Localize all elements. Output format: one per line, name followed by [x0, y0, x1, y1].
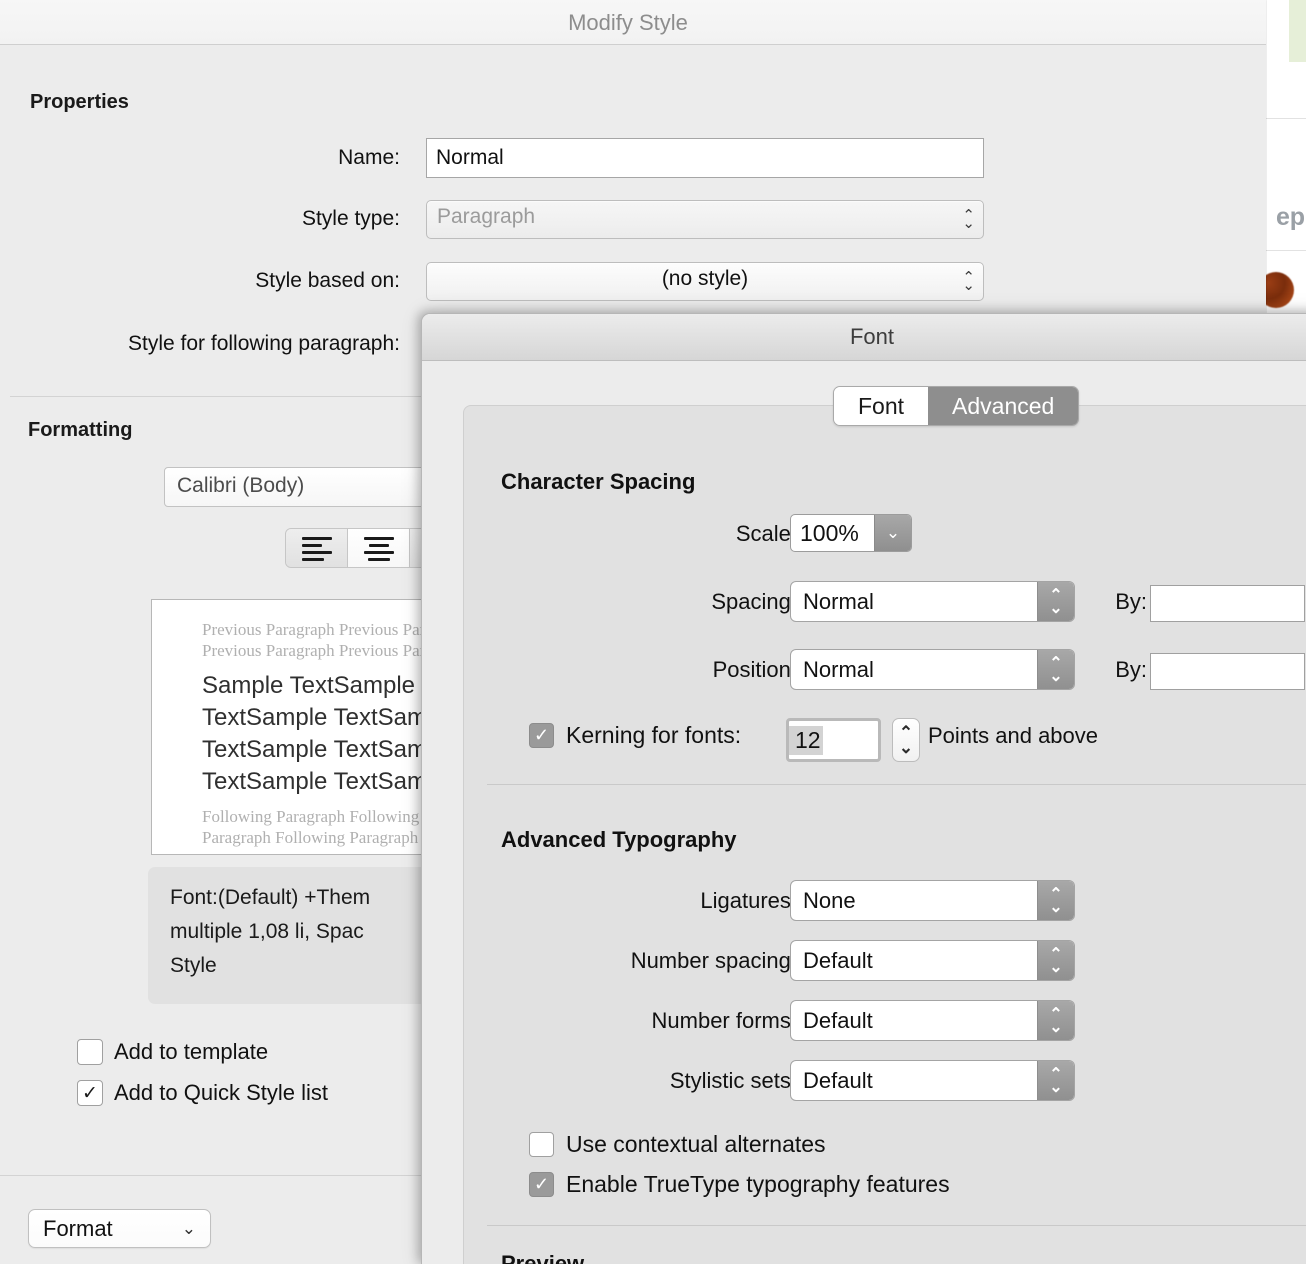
- preview-sample-line-2: TextSample TextSamp: [202, 704, 441, 731]
- align-center-icon: [363, 537, 394, 561]
- scale-combobox[interactable]: 100% ⌄: [790, 514, 912, 552]
- properties-heading: Properties: [30, 91, 129, 113]
- character-spacing-divider: [487, 784, 1306, 785]
- add-to-quick-style-list-checkbox[interactable]: ✓: [77, 1080, 103, 1106]
- preview-previous-line-2: Previous Paragraph Previous Para: [202, 641, 433, 660]
- number-forms-value: Default: [803, 1007, 873, 1033]
- stylistic-sets-stepper-icon[interactable]: ⌃ ⌄: [1037, 1061, 1074, 1100]
- ligatures-value: None: [803, 887, 856, 913]
- preview-sample-line-4: TextSample TextSamp: [202, 768, 441, 795]
- chevron-down-icon: ⌄: [181, 1218, 196, 1238]
- screen: epli Modify Style Properties Name: Style…: [0, 0, 1306, 1264]
- kerning-stepper[interactable]: ⌃ ⌄: [892, 718, 920, 762]
- preview-following-line-2: Paragraph Following Paragraph F: [202, 828, 432, 847]
- add-to-template-checkbox-row[interactable]: Add to template: [77, 1039, 268, 1065]
- typography-divider: [487, 1225, 1306, 1226]
- number-forms-label: Number forms:: [651, 1008, 797, 1033]
- spacing-value: Normal: [803, 588, 874, 614]
- background-reply-label: epli: [1276, 203, 1306, 231]
- position-select[interactable]: Normal ⌃ ⌄: [790, 649, 1075, 690]
- preview-sample-line-3: TextSample TextSamp: [202, 736, 441, 763]
- position-label: Position:: [712, 657, 797, 682]
- style-based-on-label: Style based on:: [255, 269, 400, 292]
- enable-truetype-typography-label: Enable TrueType typography features: [566, 1171, 950, 1197]
- style-type-value: Paragraph: [437, 205, 536, 228]
- background-separator-2: [1266, 250, 1306, 251]
- kerning-size-value: 12: [789, 725, 823, 755]
- style-type-stepper-icon: ⌃ ⌄: [962, 206, 975, 232]
- font-family-value: Calibri (Body): [177, 474, 305, 497]
- style-based-on-select[interactable]: (no style) ⌃ ⌄: [426, 262, 984, 301]
- preview-following-line-1: Following Paragraph Following Pa: [202, 807, 441, 826]
- kerning-checkbox[interactable]: ✓: [529, 723, 554, 748]
- font-dialog-tabs[interactable]: Font Advanced: [833, 386, 1080, 426]
- add-to-template-checkbox[interactable]: [77, 1039, 103, 1065]
- preview-previous-line-1: Previous Paragraph Previous Para: [202, 620, 433, 639]
- kerning-size-field[interactable]: 12: [786, 718, 881, 762]
- spacing-by-label: By:: [1115, 589, 1147, 614]
- ligatures-stepper-icon[interactable]: ⌃ ⌄: [1037, 881, 1074, 920]
- formatting-heading: Formatting: [28, 419, 133, 441]
- spacing-label: Spacing:: [711, 589, 797, 614]
- stylistic-sets-value: Default: [803, 1067, 873, 1093]
- enable-truetype-typography-checkbox[interactable]: ✓: [529, 1172, 554, 1197]
- use-contextual-alternates-checkbox[interactable]: [529, 1132, 554, 1157]
- format-button[interactable]: Format ⌄: [28, 1209, 211, 1248]
- number-spacing-select[interactable]: Default ⌃ ⌄: [790, 940, 1075, 981]
- modify-style-title: Modify Style: [0, 10, 1266, 36]
- kerning-label: Kerning for fonts:: [566, 722, 742, 748]
- scale-label: Scale:: [735, 521, 797, 546]
- background-separator-1: [1266, 118, 1306, 119]
- use-contextual-alternates-checkbox-row[interactable]: Use contextual alternates: [529, 1131, 826, 1158]
- number-spacing-value: Default: [803, 947, 873, 973]
- tab-advanced[interactable]: Advanced: [928, 387, 1079, 425]
- enable-truetype-typography-checkbox-row[interactable]: ✓ Enable TrueType typography features: [529, 1171, 950, 1198]
- tab-font[interactable]: Font: [834, 387, 929, 425]
- modify-style-title-text: Modify Style: [568, 10, 688, 35]
- font-dialog: Font Font Advanced Character Spacing Sca…: [421, 313, 1306, 1264]
- align-center-button[interactable]: [348, 529, 410, 567]
- position-by-input[interactable]: [1150, 653, 1305, 690]
- number-spacing-stepper-icon[interactable]: ⌃ ⌄: [1037, 941, 1074, 980]
- style-type-label: Style type:: [301, 207, 400, 230]
- add-to-quick-style-list-checkbox-row[interactable]: ✓ Add to Quick Style list: [77, 1080, 328, 1106]
- preview-sample-line-1: Sample TextSample T: [202, 672, 436, 699]
- stylistic-sets-label: Stylistic sets:: [669, 1068, 797, 1093]
- use-contextual-alternates-label: Use contextual alternates: [566, 1131, 826, 1157]
- style-following-paragraph-label: Style for following paragraph:: [128, 332, 400, 355]
- character-spacing-heading: Character Spacing: [501, 469, 696, 494]
- add-to-template-label: Add to template: [114, 1039, 269, 1064]
- scale-value: 100%: [800, 519, 859, 546]
- add-to-quick-style-list-label: Add to Quick Style list: [114, 1080, 328, 1105]
- preview-heading: Preview: [501, 1251, 585, 1264]
- ligatures-select[interactable]: None ⌃ ⌄: [790, 880, 1075, 921]
- number-forms-stepper-icon[interactable]: ⌃ ⌄: [1037, 1001, 1074, 1040]
- style-type-select[interactable]: Paragraph ⌃ ⌄: [426, 200, 984, 239]
- tab-advanced-label: Advanced: [952, 392, 1055, 419]
- number-forms-select[interactable]: Default ⌃ ⌄: [790, 1000, 1075, 1041]
- tab-font-label: Font: [858, 392, 905, 419]
- kerning-checkbox-row[interactable]: ✓ Kerning for fonts:: [529, 722, 741, 749]
- advanced-typography-heading: Advanced Typography: [501, 827, 737, 852]
- stylistic-sets-select[interactable]: Default ⌃ ⌄: [790, 1060, 1075, 1101]
- style-name-input[interactable]: [426, 138, 984, 178]
- format-button-label: Format: [43, 1215, 113, 1241]
- align-left-button[interactable]: [286, 529, 348, 567]
- font-dialog-title: Font: [849, 324, 895, 349]
- background-green-highlight-block: [1289, 0, 1306, 62]
- position-by-label: By:: [1115, 657, 1147, 682]
- kerning-suffix-label: Points and above: [928, 723, 1099, 748]
- spacing-by-input[interactable]: [1150, 585, 1305, 622]
- spacing-select[interactable]: Normal ⌃ ⌄: [790, 581, 1075, 622]
- number-spacing-label: Number spacing:: [630, 948, 797, 973]
- ligatures-label: Ligatures:: [700, 888, 797, 913]
- scale-chevron-down-icon[interactable]: ⌄: [874, 515, 911, 551]
- style-based-on-stepper-icon: ⌃ ⌄: [962, 268, 975, 294]
- align-left-icon: [301, 537, 332, 561]
- style-based-on-value: (no style): [661, 267, 749, 290]
- name-label: Name:: [338, 146, 400, 169]
- position-value: Normal: [803, 656, 874, 682]
